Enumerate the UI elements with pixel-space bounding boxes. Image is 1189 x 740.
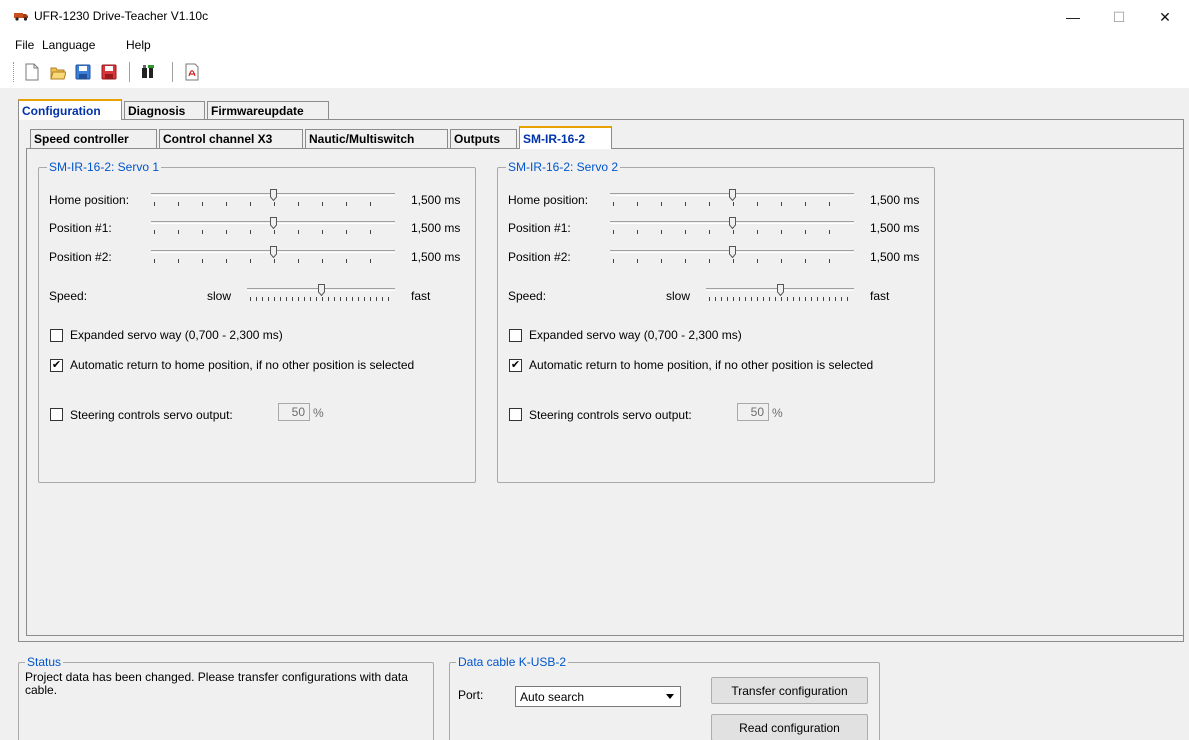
expanded-servo-label: Expanded servo way (0,700 - 2,300 ms) xyxy=(70,328,283,342)
expanded-servo-checkbox[interactable] xyxy=(50,329,63,342)
slider-thumb[interactable] xyxy=(270,189,277,201)
window-title: UFR-1230 Drive-Teacher V1.10c xyxy=(34,9,209,23)
menu-help[interactable]: Help xyxy=(126,38,151,52)
auto-return-label: Automatic return to home position, if no… xyxy=(70,358,415,372)
steering-checkbox[interactable] xyxy=(50,408,63,421)
home-position-slider[interactable] xyxy=(610,187,854,211)
status-group: Status Project data has been changed. Pl… xyxy=(18,655,434,740)
position-1-value: 1,500 ms xyxy=(870,221,920,235)
slider-thumb[interactable] xyxy=(729,189,736,201)
toolbar xyxy=(0,56,1189,88)
save-as-icon[interactable] xyxy=(101,63,117,81)
truck-icon xyxy=(14,13,28,21)
minimize-button[interactable]: — xyxy=(1050,0,1096,34)
slider-ticks xyxy=(613,202,851,206)
group-title: SM-IR-16-2: Servo 1 xyxy=(47,160,162,174)
position-1-slider[interactable] xyxy=(151,215,395,239)
open-folder-icon[interactable] xyxy=(50,63,66,81)
tab-speed-controller[interactable]: Speed controller xyxy=(30,129,157,148)
maximize-button[interactable]: ☐ xyxy=(1096,0,1142,34)
slider-ticks xyxy=(709,297,851,301)
menu-bar xyxy=(0,34,1189,56)
tab-sm-ir-16-2[interactable]: SM-IR-16-2 xyxy=(519,126,612,149)
status-message: Project data has been changed. Please tr… xyxy=(25,670,408,697)
steering-percent-unit: % xyxy=(772,406,783,420)
data-cable-title: Data cable K-USB-2 xyxy=(456,655,569,669)
position-2-label: Position #2: xyxy=(508,250,571,264)
menu-language[interactable]: Language xyxy=(42,38,95,52)
position-2-slider[interactable] xyxy=(151,244,395,268)
steering-checkbox[interactable] xyxy=(509,408,522,421)
slider-thumb[interactable] xyxy=(318,284,325,296)
connect-icon[interactable] xyxy=(140,63,156,81)
read-configuration-button[interactable]: Read configuration xyxy=(711,714,868,740)
port-select[interactable]: Auto search xyxy=(515,686,681,707)
position-2-value: 1,500 ms xyxy=(870,250,920,264)
speed-fast-label: fast xyxy=(870,289,890,303)
tab-nautic-multiswitch[interactable]: Nautic/Multiswitch xyxy=(305,129,448,148)
toolbar-separator xyxy=(129,62,130,82)
slider-ticks xyxy=(154,230,392,234)
tab-outputs[interactable]: Outputs xyxy=(450,129,517,148)
group-title: SM-IR-16-2: Servo 2 xyxy=(506,160,621,174)
steering-label: Steering controls servo output: xyxy=(70,408,233,422)
slider-ticks xyxy=(154,202,392,206)
home-position-value: 1,500 ms xyxy=(870,193,920,207)
pdf-icon[interactable] xyxy=(184,63,200,81)
home-position-label: Home position: xyxy=(49,193,130,207)
speed-slow-label: slow xyxy=(666,289,691,303)
slider-thumb[interactable] xyxy=(270,217,277,229)
servo-group-2: SM-IR-16-2: Servo 2 Home position: 1,500… xyxy=(497,160,935,483)
port-label: Port: xyxy=(458,688,484,702)
toolbar-separator xyxy=(172,62,173,82)
tab-control-channel-x3[interactable]: Control channel X3 xyxy=(159,129,303,148)
new-file-icon[interactable] xyxy=(24,63,40,81)
close-button[interactable]: ✕ xyxy=(1142,0,1188,34)
servo-group-1: SM-IR-16-2: Servo 1 Home position: 1,500… xyxy=(38,160,476,483)
position-1-slider[interactable] xyxy=(610,215,854,239)
speed-slow-label: slow xyxy=(207,289,232,303)
slider-thumb[interactable] xyxy=(270,246,277,258)
slider-thumb[interactable] xyxy=(729,246,736,258)
steering-percent-input[interactable]: 50 xyxy=(737,403,769,421)
slider-ticks xyxy=(250,297,392,301)
speed-fast-label: fast xyxy=(411,289,431,303)
auto-return-checkbox[interactable]: ✔ xyxy=(50,359,63,372)
slider-thumb[interactable] xyxy=(777,284,784,296)
position-1-label: Position #1: xyxy=(49,221,112,235)
auto-return-checkbox[interactable]: ✔ xyxy=(509,359,522,372)
speed-label: Speed: xyxy=(49,289,88,303)
speed-slider[interactable] xyxy=(706,282,854,306)
toolbar-grip xyxy=(13,62,16,82)
port-select-value: Auto search xyxy=(520,690,585,704)
expanded-servo-checkbox[interactable] xyxy=(509,329,522,342)
slider-thumb[interactable] xyxy=(729,217,736,229)
chevron-down-icon[interactable] xyxy=(662,689,678,704)
tab-diagnosis[interactable]: Diagnosis xyxy=(124,101,205,119)
home-position-slider[interactable] xyxy=(151,187,395,211)
slider-ticks xyxy=(613,230,851,234)
steering-percent-input[interactable]: 50 xyxy=(278,403,310,421)
tab-configuration[interactable]: Configuration xyxy=(18,99,122,120)
position-1-value: 1,500 ms xyxy=(411,221,461,235)
tab-firmwareupdate[interactable]: Firmwareupdate xyxy=(207,101,329,119)
status-title: Status xyxy=(25,655,64,669)
steering-label: Steering controls servo output: xyxy=(529,408,692,422)
position-2-value: 1,500 ms xyxy=(411,250,461,264)
slider-ticks xyxy=(154,259,392,263)
home-position-value: 1,500 ms xyxy=(411,193,461,207)
slider-ticks xyxy=(613,259,851,263)
expanded-servo-label: Expanded servo way (0,700 - 2,300 ms) xyxy=(529,328,742,342)
speed-label: Speed: xyxy=(508,289,547,303)
position-2-slider[interactable] xyxy=(610,244,854,268)
save-icon[interactable] xyxy=(75,63,91,81)
speed-slider[interactable] xyxy=(247,282,395,306)
position-2-label: Position #2: xyxy=(49,250,112,264)
steering-percent-unit: % xyxy=(313,406,324,420)
menu-file[interactable]: File xyxy=(15,38,34,52)
transfer-configuration-button[interactable]: Transfer configuration xyxy=(711,677,868,704)
auto-return-label: Automatic return to home position, if no… xyxy=(529,358,874,372)
position-1-label: Position #1: xyxy=(508,221,571,235)
home-position-label: Home position: xyxy=(508,193,589,207)
